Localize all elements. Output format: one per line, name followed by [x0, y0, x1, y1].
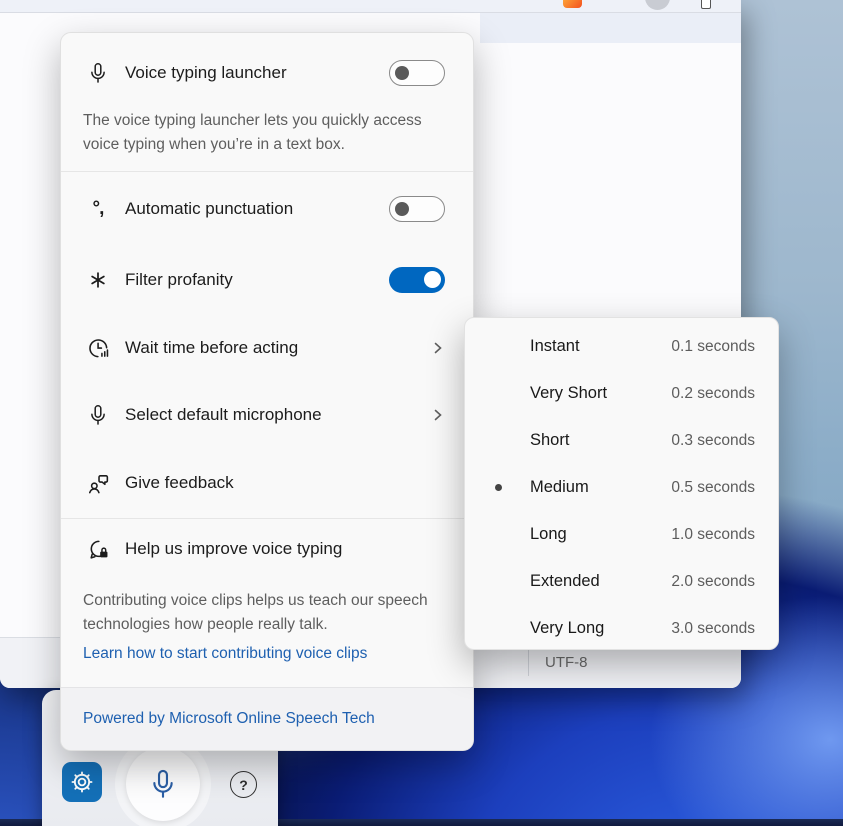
- microphone-icon: [146, 767, 180, 801]
- filter-profanity-toggle[interactable]: [389, 267, 445, 293]
- row-label: Filter profanity: [125, 270, 233, 290]
- give-feedback-row[interactable]: Give feedback: [61, 458, 473, 508]
- select-microphone-row[interactable]: Select default microphone: [61, 390, 473, 440]
- gear-icon: [69, 769, 95, 795]
- clock-bars-icon: [85, 335, 111, 361]
- settings-button[interactable]: [62, 762, 102, 802]
- automatic-punctuation-row[interactable]: °, Automatic punctuation: [61, 184, 473, 234]
- chat-lock-icon: [85, 536, 111, 562]
- chevron-right-icon: [431, 341, 445, 355]
- background-window-toolband: [480, 13, 741, 43]
- row-label: Wait time before acting: [125, 338, 298, 358]
- row-label: Help us improve voice typing: [125, 539, 342, 559]
- window-menu-icon[interactable]: [701, 0, 711, 9]
- launcher-description: The voice typing launcher lets you quick…: [83, 109, 433, 157]
- flyout-footer: Powered by Microsoft Online Speech Tech: [61, 687, 473, 750]
- voice-typing-settings-flyout: Voice typing launcher The voice typing l…: [60, 32, 474, 751]
- row-label: Select default microphone: [125, 405, 322, 425]
- background-window-titlebar: [0, 0, 741, 13]
- microphone-icon: [85, 60, 111, 86]
- question-mark-icon: ?: [239, 777, 248, 793]
- wait-option-medium[interactable]: Medium 0.5 seconds: [465, 464, 778, 511]
- wait-option-instant[interactable]: Instant 0.1 seconds: [465, 323, 778, 370]
- punctuation-icon: °,: [85, 196, 111, 222]
- avatar[interactable]: [645, 0, 670, 10]
- section-divider: [61, 171, 473, 172]
- filter-profanity-row[interactable]: Filter profanity: [61, 255, 473, 305]
- wait-time-row[interactable]: Wait time before acting: [61, 323, 473, 373]
- row-label: Automatic punctuation: [125, 199, 293, 219]
- wait-time-submenu: Instant 0.1 seconds Very Short 0.2 secon…: [464, 317, 779, 650]
- microphone-button[interactable]: [126, 747, 200, 821]
- extension-icon[interactable]: [563, 0, 582, 8]
- section-divider: [61, 518, 473, 519]
- voice-typing-launcher-row[interactable]: Voice typing launcher: [61, 48, 473, 98]
- wait-option-very-long[interactable]: Very Long 3.0 seconds: [465, 605, 778, 652]
- wait-option-very-short[interactable]: Very Short 0.2 seconds: [465, 370, 778, 417]
- asterisk-icon: [85, 267, 111, 293]
- learn-contributing-link[interactable]: Learn how to start contributing voice cl…: [83, 645, 367, 663]
- voice-typing-launcher-toggle[interactable]: [389, 60, 445, 86]
- improve-description: Contributing voice clips helps us teach …: [83, 589, 443, 637]
- help-button[interactable]: ?: [230, 771, 257, 798]
- wait-option-long[interactable]: Long 1.0 seconds: [465, 511, 778, 558]
- row-label: Give feedback: [125, 473, 234, 493]
- powered-by-link[interactable]: Powered by Microsoft Online Speech Tech: [83, 710, 375, 728]
- chevron-right-icon: [431, 408, 445, 422]
- person-chat-icon: [85, 470, 111, 496]
- row-label: Voice typing launcher: [125, 63, 287, 83]
- microphone-icon: [85, 402, 111, 428]
- wait-option-extended[interactable]: Extended 2.0 seconds: [465, 558, 778, 605]
- selected-indicator: [495, 484, 502, 491]
- automatic-punctuation-toggle[interactable]: [389, 196, 445, 222]
- wait-option-short[interactable]: Short 0.3 seconds: [465, 417, 778, 464]
- help-improve-row[interactable]: Help us improve voice typing: [61, 524, 473, 574]
- statusbar-divider: [528, 650, 529, 676]
